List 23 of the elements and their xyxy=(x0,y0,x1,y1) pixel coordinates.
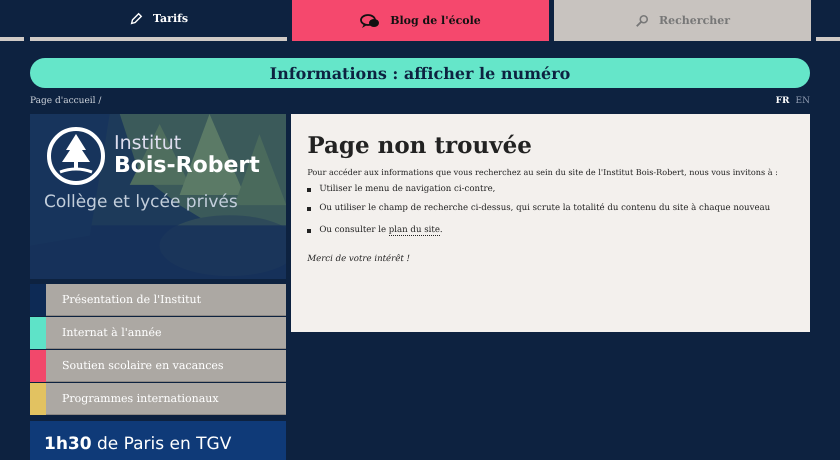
language-link[interactable]: EN xyxy=(796,96,810,106)
intro-text: Pour accéder aux informations que vous recherchez au sein du site de l'Institut Bois-Robert, nous vous invitons à : xyxy=(307,167,779,178)
brand-subtitle: Institut xyxy=(114,133,182,154)
info-button[interactable]: Informations : afficher le numéro xyxy=(30,58,810,88)
language-link[interactable]: FR xyxy=(776,96,790,106)
list-item-text: Utiliser le menu de navigation ci-contre, xyxy=(319,184,496,194)
bullet-icon xyxy=(307,188,312,192)
nav-tab[interactable]: Blog de l'école xyxy=(292,0,549,41)
pencil-icon xyxy=(128,12,143,26)
search-icon xyxy=(634,14,649,28)
page-title: Page non trouvée xyxy=(307,132,533,159)
brand-name: Bois-Robert xyxy=(114,154,260,179)
tree-logo-icon xyxy=(46,126,106,186)
chat-icon xyxy=(360,12,380,28)
brand-tagline: Collège et lycée privés xyxy=(43,191,239,212)
list-item-text: Ou consulter le plan du site. xyxy=(319,224,443,235)
list-item-text: Ou utiliser le champ de recherche ci-dessus, qui scrute la totalité du contenu du site à chaque nouveau xyxy=(319,202,770,213)
bullet-icon xyxy=(307,228,312,233)
bullet-icon xyxy=(307,206,312,211)
site-map-link[interactable]: plan du site xyxy=(388,224,440,236)
closing-text: Merci de votre intérêt ! xyxy=(307,254,411,264)
promo-text: 1h30 de Paris en TGV xyxy=(44,434,232,454)
breadcrumb-link[interactable]: Page d'accueil / xyxy=(30,96,102,106)
